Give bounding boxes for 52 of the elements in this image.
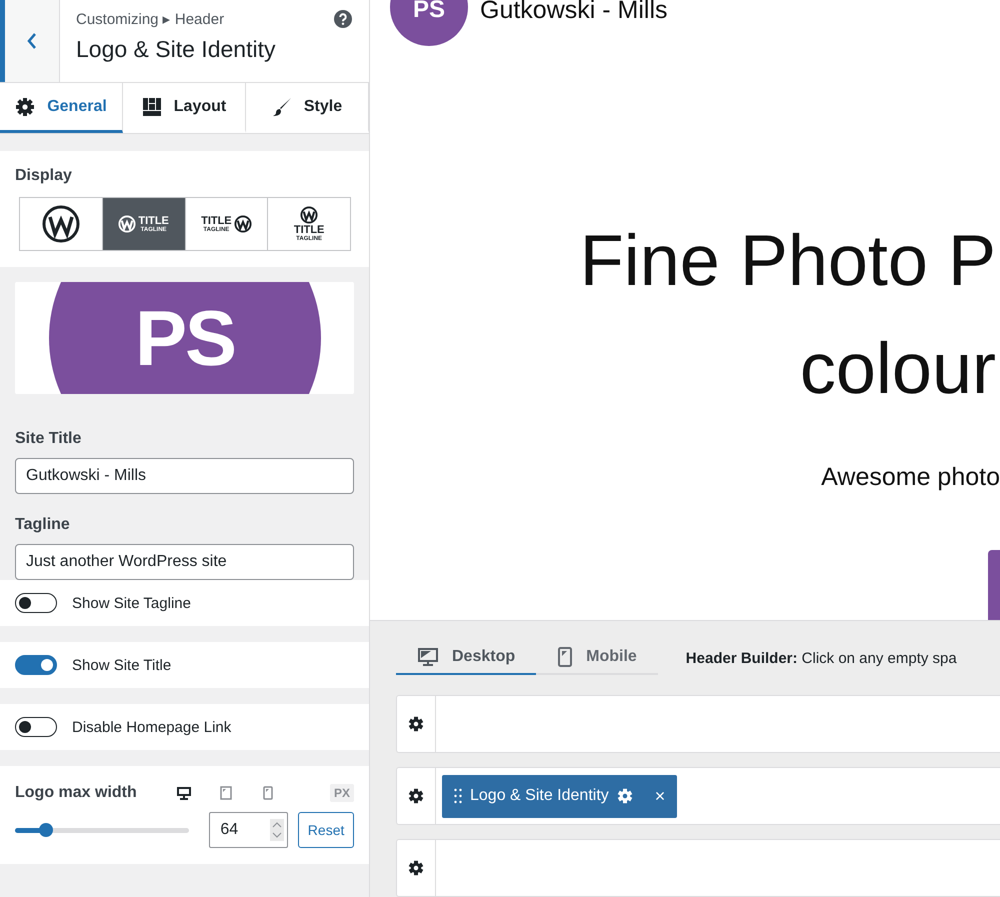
site-title[interactable]: Gutkowski - Mills — [480, 0, 668, 25]
panel-title: Logo & Site Identity — [76, 36, 276, 63]
text-field[interactable]: Gutkowski - Mills — [15, 458, 354, 494]
wordpress-logo-icon — [300, 206, 318, 224]
text-field[interactable]: Just another WordPress site — [15, 544, 354, 580]
hero-heading: Fine Photo P — [580, 220, 996, 303]
reset-button[interactable]: Reset — [298, 812, 354, 848]
builder-hint: Header Builder: Click on any empty spa — [686, 650, 957, 666]
help-icon[interactable] — [334, 10, 352, 28]
builder-row[interactable]: Logo & Site Identity × — [396, 767, 1000, 825]
wordpress-logo-icon — [234, 215, 252, 233]
brush-icon — [272, 96, 292, 116]
toggle-switch[interactable] — [15, 655, 57, 675]
chip-label: Logo & Site Identity — [470, 787, 609, 805]
tab[interactable]: General — [0, 83, 123, 133]
title-text: TITLE — [201, 216, 232, 226]
stepper-icon[interactable] — [270, 819, 284, 841]
toggle-label: Disable Homepage Link — [72, 718, 232, 736]
toggle-switch[interactable] — [15, 593, 57, 613]
close-icon[interactable]: × — [654, 786, 666, 806]
settings-icon[interactable] — [408, 860, 424, 876]
device-tab[interactable]: Mobile — [536, 641, 658, 675]
title-text: TITLE — [294, 225, 324, 236]
chevron-left-icon — [26, 32, 38, 50]
section-label: Display — [15, 167, 73, 185]
drag-handle-icon[interactable] — [454, 788, 462, 804]
field-label: Tagline — [15, 516, 71, 534]
header-element-chip[interactable]: Logo & Site Identity × — [442, 774, 678, 818]
hero-subtitle: Awesome photo — [821, 463, 1000, 492]
desktop-icon — [418, 647, 438, 667]
layout-icon — [142, 96, 162, 116]
wordpress-logo-icon — [42, 205, 80, 243]
field-label: Site Title — [15, 430, 82, 448]
logo-text: PS — [49, 282, 321, 394]
device-tab[interactable]: Desktop — [396, 641, 536, 675]
back-button[interactable] — [0, 0, 60, 82]
toggle-label: Show Site Tagline — [72, 594, 191, 612]
mobile-icon — [558, 647, 572, 667]
setting-label: Logo max width — [15, 784, 137, 802]
settings-icon[interactable] — [408, 716, 424, 732]
toggle-label: Show Site Title — [72, 656, 172, 674]
logo-preview[interactable]: PS — [15, 282, 354, 394]
site-logo[interactable]: PS — [390, 0, 468, 46]
breadcrumb: Customizing ▸ Header — [76, 10, 226, 28]
toggle-switch[interactable] — [15, 717, 57, 737]
title-text: TITLE — [138, 216, 169, 226]
wordpress-logo-icon — [118, 215, 136, 233]
hero-heading: colour — [800, 328, 996, 411]
gear-icon — [15, 96, 36, 116]
slider-thumb[interactable] — [39, 822, 54, 836]
settings-icon[interactable] — [408, 788, 424, 804]
number-field[interactable]: 64 — [209, 812, 288, 848]
